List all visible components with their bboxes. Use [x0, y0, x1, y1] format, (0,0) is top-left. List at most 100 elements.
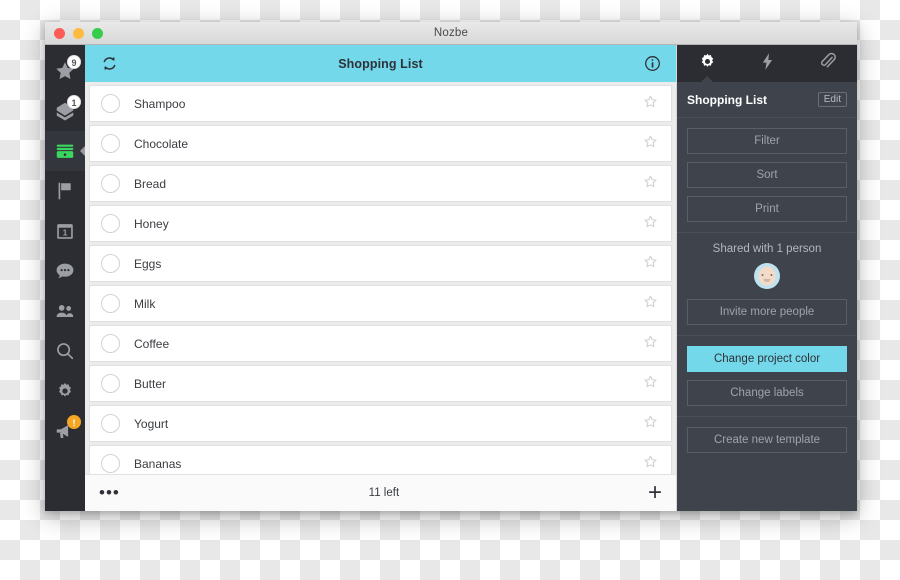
- shared-avatars: [687, 263, 847, 289]
- list-footer: ••• 11 left +: [85, 474, 676, 511]
- sidebar-item-settings[interactable]: [45, 371, 85, 411]
- paperclip-icon: [817, 51, 838, 77]
- print-button[interactable]: Print: [687, 196, 847, 222]
- task-name: Coffee: [134, 336, 170, 351]
- close-window-button[interactable]: [54, 28, 65, 39]
- list-actions-section: Filter Sort Print: [677, 118, 857, 233]
- task-name: Milk: [134, 296, 156, 311]
- filter-button[interactable]: Filter: [687, 128, 847, 154]
- detail-project-title: Shopping List: [687, 92, 767, 107]
- task-name: Bananas: [134, 456, 182, 471]
- sidebar-item-projects[interactable]: [45, 131, 85, 171]
- task-checkbox[interactable]: [101, 254, 120, 273]
- table-row[interactable]: Coffee: [89, 325, 672, 362]
- people-icon: [54, 300, 76, 322]
- star-icon[interactable]: [643, 214, 659, 234]
- tasks-remaining-count: 11 left: [368, 487, 400, 499]
- page-title: Shopping List: [338, 56, 423, 71]
- sync-icon[interactable]: [99, 54, 119, 74]
- task-checkbox[interactable]: [101, 334, 120, 353]
- window-title-bar: Nozbe: [45, 22, 857, 45]
- table-row[interactable]: Eggs: [89, 245, 672, 282]
- task-checkbox[interactable]: [101, 454, 120, 473]
- window-title: Nozbe: [433, 27, 469, 39]
- task-name: Honey: [134, 216, 169, 231]
- minimize-window-button[interactable]: [73, 28, 84, 39]
- calendar-icon: 1: [54, 220, 76, 242]
- table-row[interactable]: Yogurt: [89, 405, 672, 442]
- task-list[interactable]: Shampoo Chocolate Bread Honey Eggs Milk …: [85, 82, 676, 474]
- star-icon[interactable]: [643, 374, 659, 394]
- avatar-eyes: [761, 274, 773, 276]
- avatar[interactable]: [754, 263, 780, 289]
- project-customization-section: Change project color Change labels: [677, 336, 857, 417]
- create-new-template-button[interactable]: Create new template: [687, 427, 847, 453]
- star-icon[interactable]: [643, 174, 659, 194]
- task-checkbox[interactable]: [101, 294, 120, 313]
- chat-icon: [54, 260, 76, 282]
- star-icon[interactable]: [643, 134, 659, 154]
- table-row[interactable]: Shampoo: [89, 85, 672, 122]
- invite-people-button[interactable]: Invite more people: [687, 299, 847, 325]
- task-checkbox[interactable]: [101, 374, 120, 393]
- task-name: Shampoo: [134, 96, 186, 111]
- sidebar-item-priority[interactable]: 9: [45, 51, 85, 91]
- sidebar-badge-news: !: [67, 415, 81, 429]
- star-icon[interactable]: [643, 334, 659, 354]
- bolt-icon: [757, 51, 778, 77]
- sidebar-badge-inbox: 1: [67, 95, 81, 109]
- task-list-column: Shopping List Shampoo Chocolate Bread Ho…: [85, 45, 677, 511]
- task-checkbox[interactable]: [101, 414, 120, 433]
- star-icon[interactable]: [643, 414, 659, 434]
- task-checkbox[interactable]: [101, 94, 120, 113]
- task-name: Bread: [134, 176, 167, 191]
- table-row[interactable]: Bananas: [89, 445, 672, 474]
- gear-icon: [54, 380, 76, 402]
- change-project-color-button[interactable]: Change project color: [687, 346, 847, 372]
- table-row[interactable]: Honey: [89, 205, 672, 242]
- change-labels-button[interactable]: Change labels: [687, 380, 847, 406]
- tab-project-settings[interactable]: [677, 45, 737, 82]
- edit-button[interactable]: Edit: [817, 92, 847, 107]
- avatar-face: [758, 266, 776, 286]
- svg-text:1: 1: [63, 229, 68, 238]
- sidebar-item-team[interactable]: [45, 291, 85, 331]
- info-icon[interactable]: [642, 54, 662, 74]
- shared-with-label: Shared with 1 person: [712, 243, 822, 255]
- search-icon: [54, 340, 76, 362]
- sidebar-item-labels[interactable]: [45, 171, 85, 211]
- task-checkbox[interactable]: [101, 174, 120, 193]
- sort-button[interactable]: Sort: [687, 162, 847, 188]
- table-row[interactable]: Chocolate: [89, 125, 672, 162]
- list-header: Shopping List: [85, 45, 676, 82]
- tab-attachments[interactable]: [797, 45, 857, 82]
- table-row[interactable]: Butter: [89, 365, 672, 402]
- table-row[interactable]: Milk: [89, 285, 672, 322]
- gear-icon: [697, 51, 718, 77]
- flag-icon: [54, 180, 76, 202]
- star-icon[interactable]: [643, 294, 659, 314]
- star-icon[interactable]: [643, 454, 659, 474]
- sidebar-item-inbox[interactable]: 1: [45, 91, 85, 131]
- table-row[interactable]: Bread: [89, 165, 672, 202]
- detail-title-bar: Shopping List Edit: [677, 82, 857, 118]
- task-name: Eggs: [134, 256, 162, 271]
- star-icon[interactable]: [643, 94, 659, 114]
- detail-tab-bar: [677, 45, 857, 82]
- project-detail-panel: Shopping List Edit Filter Sort Print Sha…: [677, 45, 857, 511]
- task-checkbox[interactable]: [101, 134, 120, 153]
- sidebar-item-search[interactable]: [45, 331, 85, 371]
- star-icon[interactable]: [643, 254, 659, 274]
- more-options-button[interactable]: •••: [99, 484, 120, 501]
- window-body: 9 1 1 ! Shopping List Shampoo Chocolate …: [45, 45, 857, 511]
- sidebar-item-comments[interactable]: [45, 251, 85, 291]
- task-name: Butter: [134, 376, 167, 391]
- sidebar-item-news[interactable]: !: [45, 411, 85, 451]
- add-task-button[interactable]: +: [648, 481, 662, 505]
- window-controls: [54, 28, 103, 39]
- task-checkbox[interactable]: [101, 214, 120, 233]
- task-name: Chocolate: [134, 136, 189, 151]
- sidebar-item-calendar[interactable]: 1: [45, 211, 85, 251]
- tab-activity[interactable]: [737, 45, 797, 82]
- maximize-window-button[interactable]: [92, 28, 103, 39]
